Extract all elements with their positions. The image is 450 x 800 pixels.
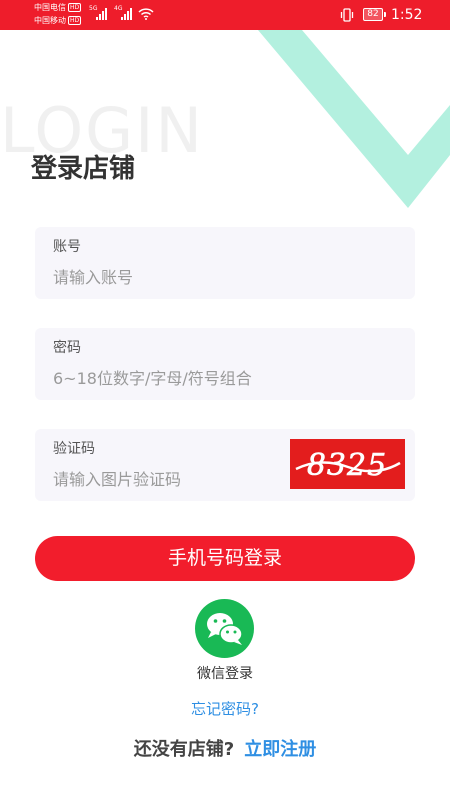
password-input[interactable] (53, 366, 393, 390)
battery-icon: 82 (363, 8, 386, 21)
captcha-field: 验证码 8325 (35, 429, 415, 501)
vibrate-icon (340, 8, 354, 22)
captcha-label: 验证码 (53, 441, 95, 457)
carrier-1-label: 中国电信 (34, 3, 66, 12)
password-label: 密码 (53, 340, 81, 356)
captcha-input[interactable] (53, 467, 293, 491)
captcha-picture: 8325 (290, 439, 405, 489)
status-bar: 中国电信 HD 中国移动 HD 5G 4G 82 1:52 (0, 0, 450, 30)
phone-login-button[interactable]: 手机号码登录 (35, 536, 415, 581)
register-prompt: 还没有店铺? 立即注册 (0, 738, 450, 762)
account-field: 账号 (35, 227, 415, 299)
carrier-1: 中国电信 HD (34, 3, 82, 13)
captcha-image[interactable]: 8325 (290, 439, 405, 489)
forgot-password-link[interactable]: 忘记密码? (165, 698, 285, 720)
decorative-check-shape (258, 30, 450, 208)
wechat-login-button[interactable] (195, 599, 254, 658)
wechat-login-label[interactable]: 微信登录 (175, 664, 275, 684)
clock: 1:52 (391, 7, 423, 23)
signal-icon (121, 8, 135, 20)
hd-badge: HD (68, 3, 82, 12)
page-title: 登录店铺 (31, 154, 136, 184)
password-field: 密码 (35, 328, 415, 400)
register-link[interactable]: 立即注册 (244, 739, 316, 760)
carrier-2-label: 中国移动 (34, 16, 66, 25)
wechat-icon (207, 613, 243, 645)
wifi-icon (138, 8, 154, 20)
carrier-2: 中国移动 HD (34, 16, 82, 26)
account-input[interactable] (53, 265, 293, 289)
signal-icon (96, 8, 110, 20)
hd-badge: HD (68, 16, 82, 25)
account-label: 账号 (53, 239, 81, 255)
register-question: 还没有店铺? (133, 739, 235, 760)
